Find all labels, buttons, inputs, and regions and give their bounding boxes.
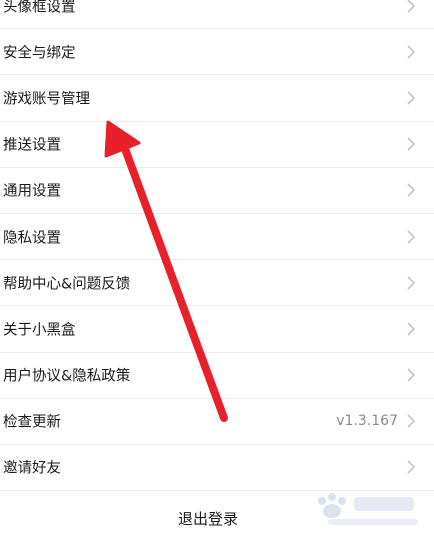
settings-item-security[interactable]: 安全与绑定 bbox=[0, 29, 434, 76]
chevron-right-icon bbox=[407, 0, 416, 13]
version-value: v1.3.167 bbox=[336, 413, 398, 430]
settings-item-agreements[interactable]: 用户协议&隐私政策 bbox=[0, 353, 434, 399]
settings-item-label: 头像框设置 bbox=[3, 0, 76, 16]
chevron-right-icon bbox=[407, 276, 416, 290]
settings-item-check-update[interactable]: 检查更新 v1.3.167 bbox=[0, 399, 434, 445]
chevron-right-icon bbox=[407, 45, 416, 59]
settings-item-avatar-frame[interactable]: 头像框设置 bbox=[0, 0, 434, 30]
chevron-right-icon bbox=[407, 183, 416, 197]
settings-list: 头像框设置 安全与绑定 游戏账号管理 推送设置 通用设置 隐私设置 帮助中心&问… bbox=[0, 0, 434, 492]
baidu-jingyan-watermark bbox=[318, 493, 418, 525]
settings-item-invite[interactable]: 邀请好友 bbox=[0, 445, 434, 492]
settings-item-label: 邀请好友 bbox=[3, 460, 61, 477]
chevron-right-icon bbox=[407, 460, 416, 475]
settings-item-label: 检查更新 bbox=[3, 414, 61, 431]
settings-item-label: 安全与绑定 bbox=[3, 45, 76, 62]
settings-item-label: 游戏账号管理 bbox=[3, 91, 90, 108]
settings-item-about[interactable]: 关于小黑盒 bbox=[0, 306, 434, 353]
settings-item-label: 帮助中心&问题反馈 bbox=[3, 276, 131, 293]
chevron-right-icon bbox=[407, 91, 416, 105]
settings-item-label: 隐私设置 bbox=[3, 230, 61, 247]
settings-item-privacy[interactable]: 隐私设置 bbox=[0, 214, 434, 261]
chevron-right-icon bbox=[407, 322, 416, 336]
chevron-right-icon bbox=[407, 414, 416, 428]
settings-screen: 头像框设置 安全与绑定 游戏账号管理 推送设置 通用设置 隐私设置 帮助中心&问… bbox=[0, 0, 434, 535]
settings-item-game-accounts[interactable]: 游戏账号管理 bbox=[0, 75, 434, 122]
settings-item-general[interactable]: 通用设置 bbox=[0, 168, 434, 214]
settings-item-label: 关于小黑盒 bbox=[3, 322, 76, 339]
chevron-right-icon bbox=[407, 368, 416, 382]
chevron-right-icon bbox=[407, 137, 416, 151]
settings-item-label: 用户协议&隐私政策 bbox=[3, 368, 131, 385]
chevron-right-icon bbox=[407, 229, 416, 244]
settings-item-help[interactable]: 帮助中心&问题反馈 bbox=[0, 260, 434, 307]
settings-item-label: 通用设置 bbox=[3, 183, 61, 200]
settings-item-label: 推送设置 bbox=[3, 137, 61, 154]
settings-item-push[interactable]: 推送设置 bbox=[0, 122, 434, 168]
